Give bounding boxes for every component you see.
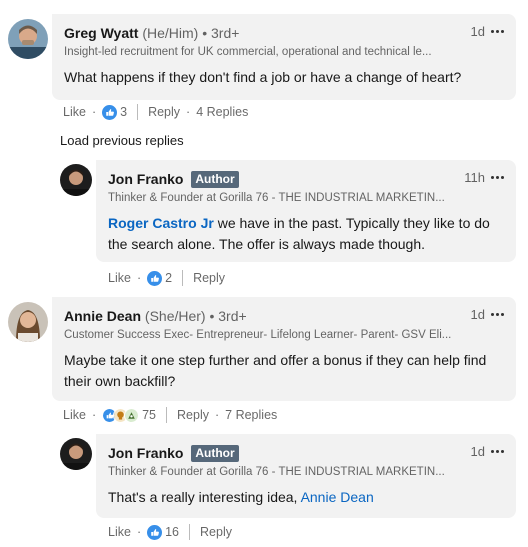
reply-text: That's a really interesting idea, Annie …: [108, 487, 374, 508]
avatar-jon-franko[interactable]: [60, 438, 92, 470]
mention-link[interactable]: Roger Castro Jr: [108, 215, 214, 231]
comment-author: Annie Dean (She/Her) • 3rd+: [64, 308, 247, 324]
more-options-icon[interactable]: [491, 313, 504, 316]
comment-meta: 11h: [464, 170, 504, 185]
connection-degree: • 3rd+: [209, 308, 247, 324]
like-button[interactable]: Like: [63, 105, 86, 119]
reply-bubble: Jon Franko Author Thinker & Founder at G…: [96, 434, 516, 518]
reply-button[interactable]: Reply: [200, 525, 232, 539]
author-name[interactable]: Jon Franko: [108, 445, 183, 461]
like-button[interactable]: Like: [63, 408, 86, 422]
like-reaction-icon: [102, 104, 118, 120]
avatar-jon-franko[interactable]: [60, 164, 92, 196]
reaction-count[interactable]: 3: [120, 105, 127, 119]
comment-text: Maybe take it one step further and offer…: [64, 352, 487, 389]
comment-meta: 1d: [471, 307, 504, 322]
author-headline: Thinker & Founder at Gorilla 76 - THE IN…: [108, 192, 445, 204]
author-headline: Customer Success Exec- Entrepreneur- Lif…: [64, 329, 452, 341]
reply-text-body: That's a really interesting idea,: [108, 489, 301, 505]
reply-button[interactable]: Reply: [193, 271, 225, 285]
reply-actions: Like · 16 Reply: [108, 524, 232, 540]
comment-text: What happens if they don't find a job or…: [64, 69, 462, 85]
mention-link[interactable]: Annie Dean: [301, 489, 374, 505]
like-button[interactable]: Like: [108, 271, 131, 285]
avatar-annie-dean[interactable]: [8, 302, 48, 342]
reply-text: Roger Castro Jr we have in the past. Typ…: [108, 213, 503, 255]
comment-author: Greg Wyatt (He/Him) • 3rd+: [64, 25, 239, 41]
like-reaction-icon: [147, 270, 163, 286]
reply-bubble: Jon Franko Author Thinker & Founder at G…: [96, 160, 516, 262]
author-headline: Insight-led recruitment for UK commercia…: [64, 46, 432, 58]
like-button[interactable]: Like: [108, 525, 131, 539]
comment-actions: Like · 75 Reply · 7 Replies: [63, 407, 278, 423]
author-name[interactable]: Jon Franko: [108, 171, 183, 187]
author-badge: Author: [191, 171, 239, 188]
comment-time: 1d: [470, 24, 485, 39]
load-previous-replies-button[interactable]: Load previous replies: [60, 133, 184, 148]
author-name[interactable]: Annie Dean: [64, 308, 141, 324]
reply-author: Jon Franko Author: [108, 445, 239, 462]
replies-count[interactable]: 7 Replies: [225, 408, 277, 422]
reply-button[interactable]: Reply: [177, 408, 209, 422]
like-reaction-icon: [147, 524, 163, 540]
comment-bubble: Annie Dean (She/Her) • 3rd+ Customer Suc…: [52, 297, 516, 401]
reply-actions: Like · 2 Reply: [108, 270, 226, 286]
comment-bubble: Greg Wyatt (He/Him) • 3rd+ Insight-led r…: [52, 14, 516, 100]
reaction-count[interactable]: 75: [142, 408, 156, 422]
reaction-icons: [102, 407, 140, 423]
comment-meta: 1d: [471, 444, 504, 459]
reaction-count[interactable]: 2: [165, 271, 172, 285]
author-pronoun: (He/Him): [142, 25, 199, 41]
comment-actions: Like · 3 Reply · 4 Replies: [63, 104, 249, 120]
more-options-icon[interactable]: [491, 450, 504, 453]
author-badge: Author: [191, 445, 239, 462]
comment-time: 1d: [470, 444, 485, 459]
celebrate-reaction-icon: [124, 407, 140, 423]
more-options-icon[interactable]: [491, 30, 504, 33]
reaction-count[interactable]: 16: [165, 525, 179, 539]
avatar-greg-wyatt[interactable]: [8, 19, 48, 59]
replies-count[interactable]: 4 Replies: [196, 105, 248, 119]
more-options-icon[interactable]: [491, 176, 504, 179]
comment-meta: 1d: [471, 24, 504, 39]
reply-button[interactable]: Reply: [148, 105, 180, 119]
author-pronoun: (She/Her): [144, 308, 206, 324]
author-headline: Thinker & Founder at Gorilla 76 - THE IN…: [108, 466, 445, 478]
author-name[interactable]: Greg Wyatt: [64, 25, 138, 41]
comment-time: 1d: [470, 307, 485, 322]
connection-degree: • 3rd+: [202, 25, 240, 41]
reply-author: Jon Franko Author: [108, 171, 239, 188]
comment-time: 11h: [464, 170, 485, 185]
